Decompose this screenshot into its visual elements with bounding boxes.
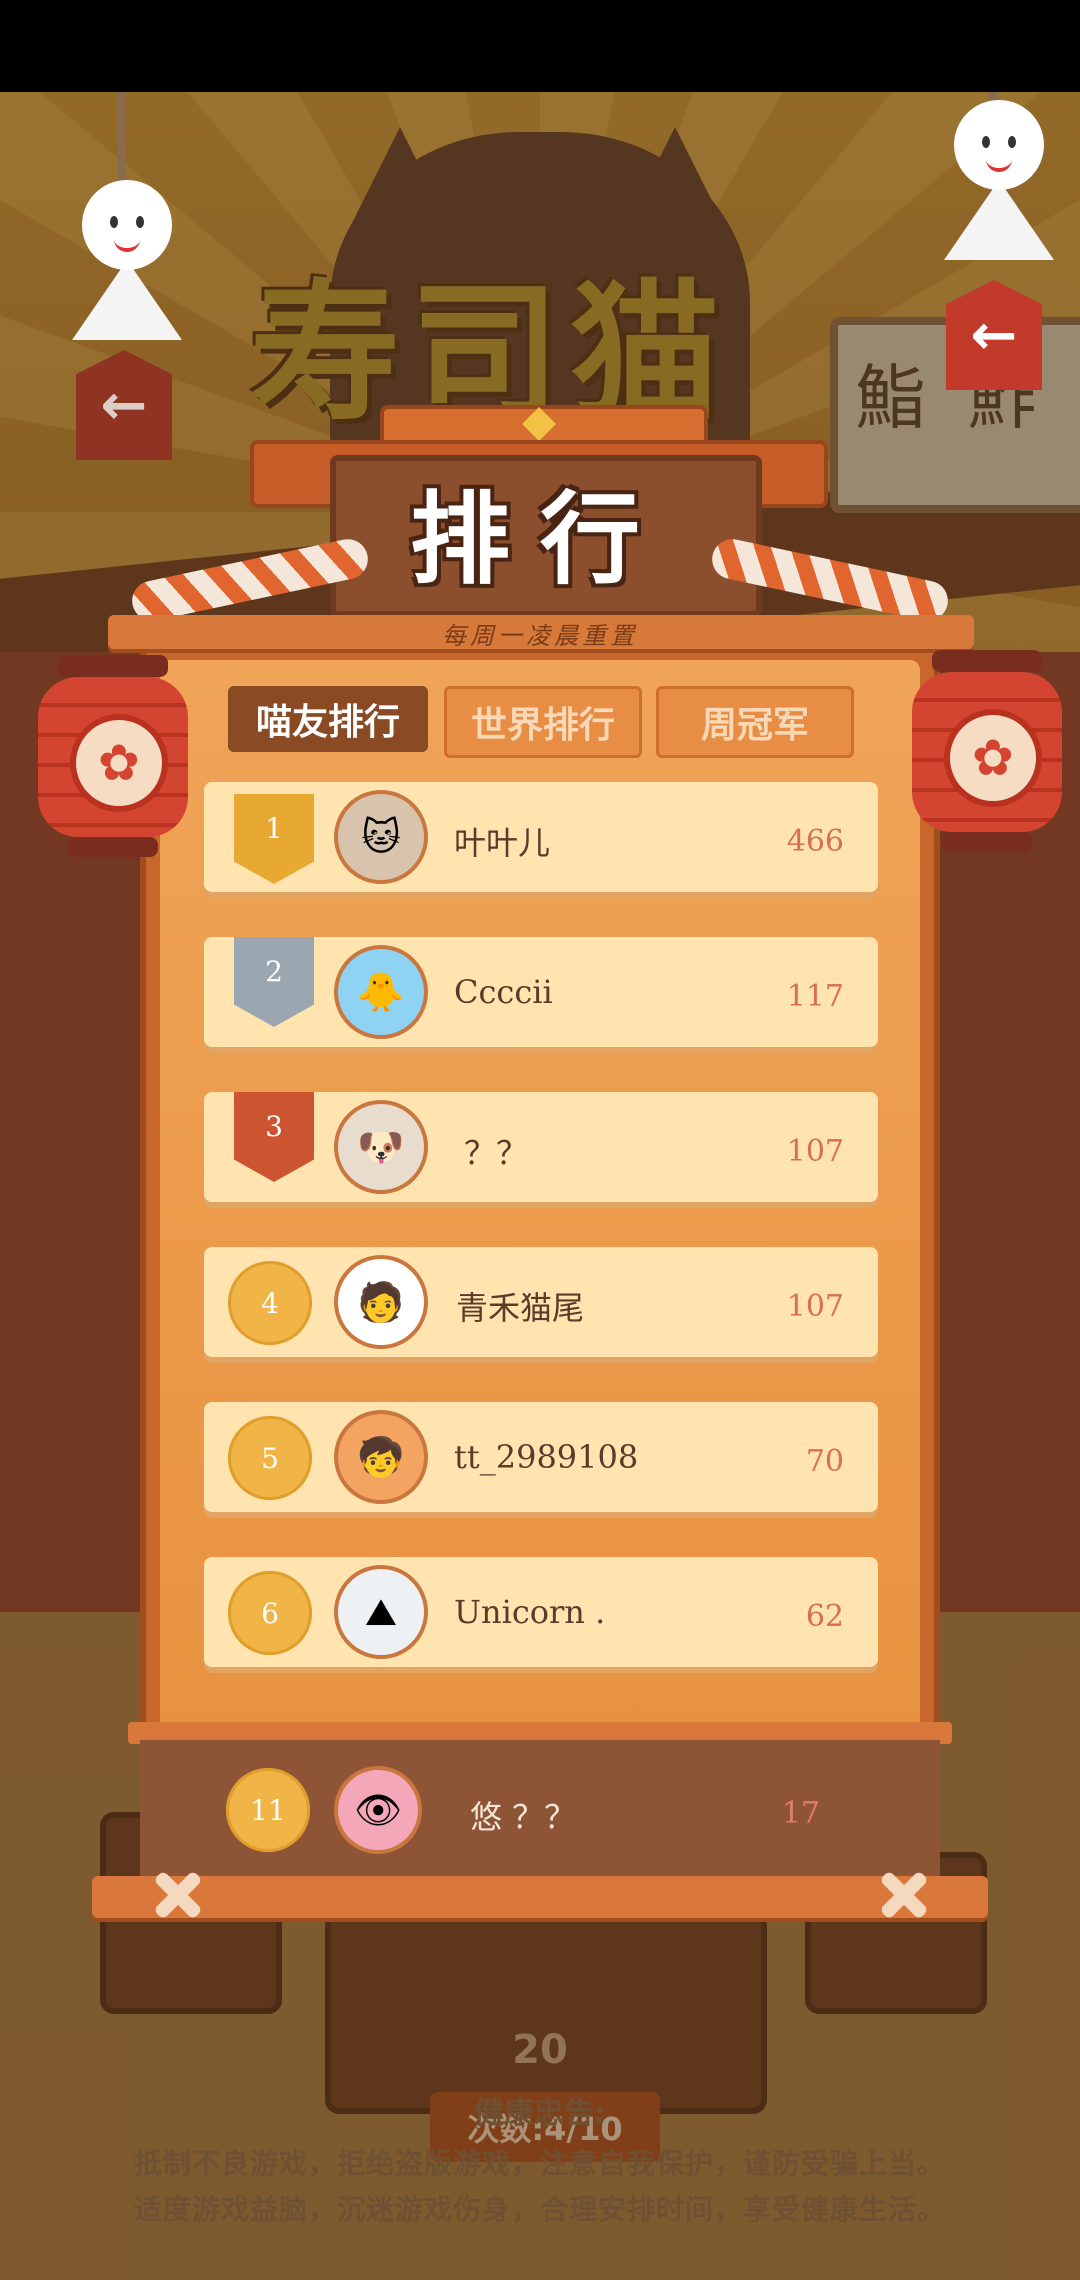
player-name: Unicorn .: [454, 1593, 606, 1631]
my-ranking-row: 11 👁 悠 ？？ 17: [140, 1740, 940, 1880]
doll-string-left: [118, 92, 126, 182]
avatar: 🐶: [334, 1100, 428, 1194]
player-name: tt_2989108: [454, 1438, 639, 1476]
my-rank-coin: 11: [226, 1768, 310, 1852]
character-avatar-icon: 🧑: [357, 1279, 405, 1324]
cross-ornament-right: [876, 1866, 932, 1922]
cartoon-avatar-icon: 🐥: [357, 969, 405, 1014]
tab-world-ranking[interactable]: 世界排行: [444, 686, 642, 758]
cross-ornament-left: [150, 1866, 206, 1922]
rank-badge-bronze: 3: [234, 1092, 314, 1182]
avatar: 🧑: [334, 1255, 428, 1349]
ranking-row: 5 🧒 tt_2989108 70: [204, 1402, 878, 1512]
tab-weekly-champion[interactable]: 周冠军: [656, 686, 854, 758]
rank-badge-gold: 1: [234, 794, 314, 884]
rank-coin: 4: [228, 1261, 312, 1345]
player-name: 青禾猫尾: [456, 1289, 585, 1327]
my-name: 悠 ？？: [470, 1798, 577, 1836]
player-score: 107: [786, 1289, 844, 1324]
ranking-title: 排行: [410, 479, 670, 598]
eye-avatar-icon: 👁: [353, 1787, 403, 1832]
rank-coin: 6: [228, 1571, 312, 1655]
anime-avatar-icon: 🧒: [357, 1434, 405, 1479]
panel-bottom-beam: [92, 1876, 988, 1918]
flower-icon: ✿: [70, 714, 168, 812]
rank-coin: 5: [228, 1416, 312, 1500]
avatar: 🐱: [334, 790, 428, 884]
health-notice-line-2: 适度游戏益脑，沉迷游戏伤身，合理安排时间，享受健康生活。: [133, 2193, 946, 2226]
rank-badge-silver: 2: [234, 937, 314, 1027]
mountain-avatar-icon: ⛰: [365, 1589, 397, 1634]
player-name: Ccccii: [454, 973, 553, 1011]
player-score: 62: [805, 1599, 844, 1634]
player-score: 466: [786, 824, 844, 859]
health-notice-title: 健康忠告:: [474, 2096, 606, 2131]
lantern-left: ✿: [38, 655, 188, 865]
dog-avatar-icon: 🐶: [357, 1124, 405, 1169]
my-avatar: 👁: [334, 1766, 422, 1854]
avatar: 🧒: [334, 1410, 428, 1504]
ranking-row: 2 🐥 Ccccii 117: [204, 937, 878, 1047]
avatar: 🐥: [334, 945, 428, 1039]
player-name: 叶叶儿: [454, 824, 551, 862]
player-score: 107: [786, 1134, 844, 1169]
arrow-left-icon: ←: [970, 302, 1018, 368]
ranking-row: 6 ⛰ Unicorn . 62: [204, 1557, 878, 1667]
lantern-right: ✿: [912, 650, 1062, 860]
health-notice-line-1: 抵制不良游戏，拒绝盗版游戏，注意自我保护，谨防受骗上当。: [133, 2147, 946, 2180]
cat-avatar-icon: 🐱: [361, 815, 401, 859]
teru-doll-left: [72, 180, 182, 340]
ranking-row: 3 🐶 ？？ 107: [204, 1092, 878, 1202]
player-score: 117: [786, 979, 844, 1014]
player-score: 70: [805, 1444, 844, 1479]
reset-notice: 每周一凌晨重置: [442, 622, 638, 650]
avatar: ⛰: [334, 1565, 428, 1659]
player-name: ？？: [464, 1134, 529, 1172]
teru-doll-right: [944, 100, 1054, 260]
my-score: 17: [781, 1796, 820, 1831]
flower-icon: ✿: [944, 709, 1042, 807]
tab-friends-ranking[interactable]: 喵友排行: [228, 686, 428, 752]
ranking-row: 4 🧑 青禾猫尾 107: [204, 1247, 878, 1357]
ranking-row: 1 🐱 叶叶儿 466: [204, 782, 878, 892]
arrow-left-icon: ←: [100, 372, 148, 438]
